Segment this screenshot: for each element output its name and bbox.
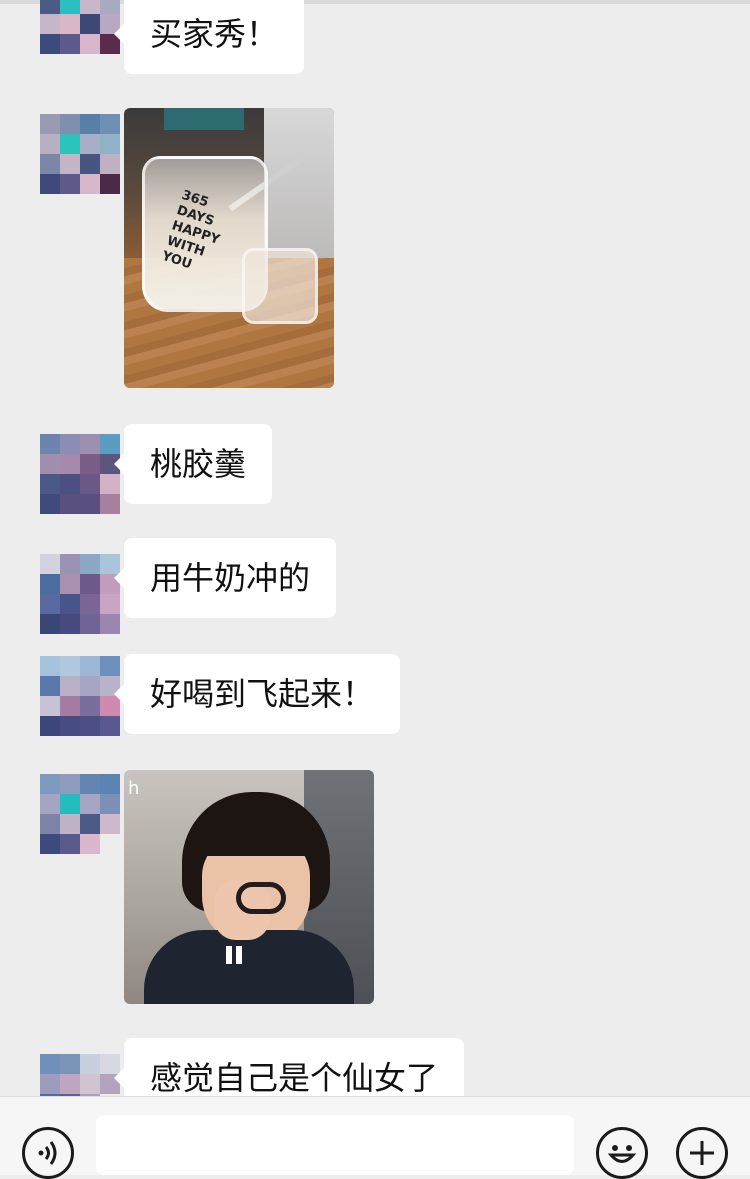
message-bubble[interactable]: 桃胶羹 xyxy=(113,424,273,504)
avatar[interactable] xyxy=(40,0,120,74)
avatar[interactable] xyxy=(40,554,120,634)
message-text: 用牛奶冲的 xyxy=(150,559,311,597)
avatar[interactable] xyxy=(40,656,120,736)
avatar[interactable] xyxy=(40,774,120,854)
message-text: 桃胶羹 xyxy=(150,445,247,483)
message-bubble[interactable]: 买家秀！ xyxy=(113,0,305,74)
message-text: 好喝到飞起来！ xyxy=(150,675,375,713)
avatar[interactable] xyxy=(40,1054,120,1096)
chat-message-list[interactable]: 买家秀！ 365 DAYS HAPPY WITH YOU 桃胶羹 用牛奶冲的 好… xyxy=(0,0,750,1096)
bangs-shape xyxy=(194,810,318,856)
message-bubble[interactable]: 用牛奶冲的 xyxy=(113,538,337,618)
gif-overlay-text: h xyxy=(128,778,140,799)
message-text: 感觉自己是个仙女了 xyxy=(150,1059,439,1096)
avatar[interactable] xyxy=(40,114,120,194)
emoji-icon[interactable] xyxy=(596,1127,648,1179)
scissors-icon xyxy=(236,882,286,914)
input-bar xyxy=(0,1096,750,1179)
plus-icon[interactable] xyxy=(676,1127,728,1179)
voice-icon[interactable] xyxy=(22,1127,74,1179)
message-text: 买家秀！ xyxy=(150,15,279,53)
girl-scissors-gif[interactable]: h xyxy=(124,770,374,1004)
monitor-shape xyxy=(164,108,244,130)
message-input[interactable] xyxy=(96,1115,574,1175)
message-bubble[interactable]: 好喝到飞起来！ xyxy=(113,654,401,734)
pause-icon[interactable] xyxy=(224,946,246,968)
body-shape xyxy=(144,930,354,1004)
small-jar-shape xyxy=(242,248,318,324)
jar-photo[interactable]: 365 DAYS HAPPY WITH YOU xyxy=(124,108,334,388)
message-bubble[interactable]: 感觉自己是个仙女了 xyxy=(113,1038,465,1096)
avatar[interactable] xyxy=(40,434,120,514)
